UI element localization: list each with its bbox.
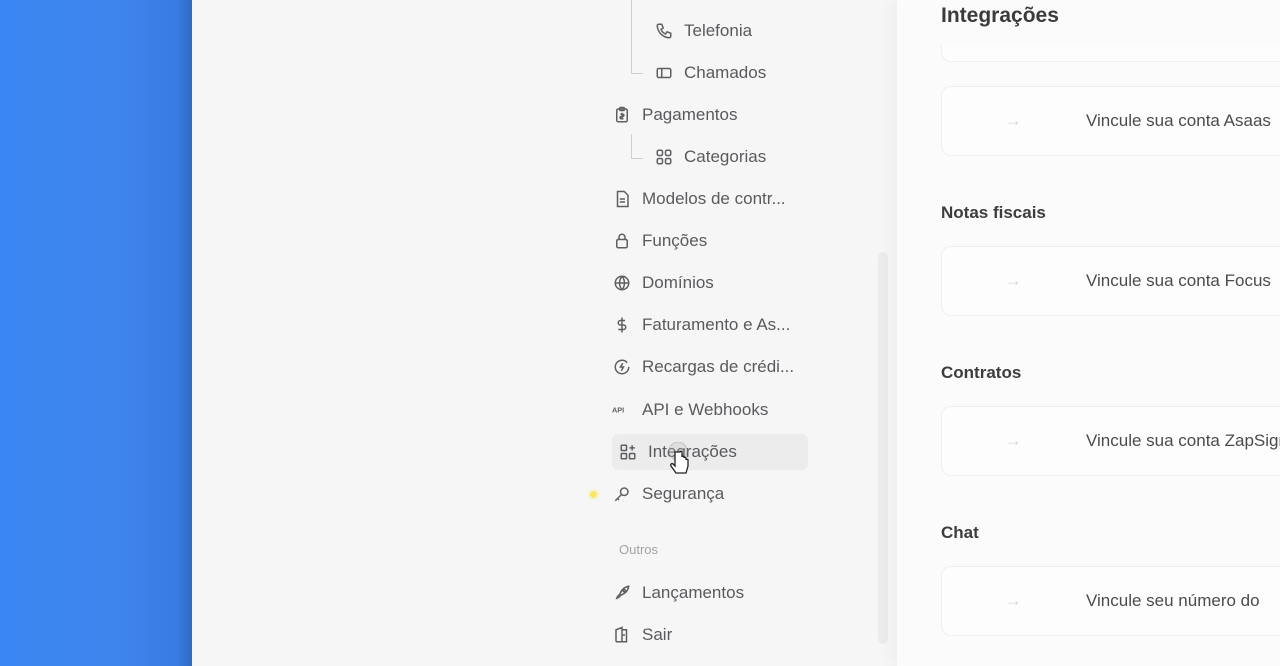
sidebar-item-label: Funções: [642, 231, 708, 250]
sidebar-item-dominios[interactable]: Domínios: [612, 265, 714, 301]
cursor-highlight-dot: [590, 491, 597, 498]
sidebar-item-lancamentos[interactable]: Lançamentos: [612, 575, 744, 611]
sidebar-item-api[interactable]: API API e Webhooks: [612, 392, 768, 428]
sidebar-item-chamados[interactable]: Chamados: [654, 55, 766, 91]
sidebar-item-label: Faturamento e As...: [642, 315, 791, 334]
group-label-chat: Chat: [941, 523, 979, 542]
api-icon: API: [612, 400, 632, 420]
integration-card-zapsign[interactable]: → Vincule sua conta ZapSign: [941, 406, 1280, 476]
phone-icon: [654, 21, 674, 41]
sidebar-item-label: Lançamentos: [642, 583, 745, 602]
arrow-right-icon: →: [1004, 590, 1022, 610]
group-label-notas-fiscais: Notas fiscais: [941, 203, 1046, 222]
key-icon: [612, 484, 632, 504]
sidebar-item-label: Pagamentos: [642, 105, 738, 124]
sidebar-item-telefonia[interactable]: Telefonia: [654, 13, 752, 49]
sidebar-item-label: Segurança: [642, 484, 725, 503]
sidebar-scrollbar[interactable]: [878, 252, 888, 644]
sidebar-item-label: Categorias: [684, 147, 767, 166]
integration-card-asaas[interactable]: → Vincule sua conta Asaas: [941, 86, 1280, 156]
sidebar-item-funcoes[interactable]: Funções: [612, 223, 707, 259]
tree-line: [631, 0, 632, 73]
integration-card-focus[interactable]: → Vincule sua conta Focus: [941, 246, 1280, 316]
card-text: Vincule sua conta Asaas: [1086, 111, 1271, 130]
sidebar-item-categorias[interactable]: Categorias: [654, 139, 766, 175]
sidebar-item-label: Modelos de contr...: [642, 189, 786, 208]
sidebar-item-label: Telefonia: [684, 21, 753, 40]
tree-line: [631, 134, 632, 158]
card-text: Vincule sua conta ZapSign: [1086, 431, 1280, 450]
arrow-right-icon: →: [1004, 110, 1022, 130]
card-text: Vincule sua conta Focus: [1086, 271, 1271, 290]
sidebar-item-integracoes[interactable]: Integrações: [612, 434, 808, 470]
arrow-right-icon: →: [1004, 430, 1022, 450]
logout-icon: [612, 625, 632, 645]
globe-icon: [612, 273, 632, 293]
sidebar-item-faturamento[interactable]: Faturamento e As...: [612, 307, 790, 343]
sidebar-item-recargas[interactable]: Recargas de crédi...: [612, 349, 794, 385]
grid-icon: [654, 147, 674, 167]
sidebar-item-label: API e Webhooks: [642, 400, 769, 419]
card-text: Vincule seu número do: [1086, 591, 1260, 610]
integration-card-chat[interactable]: → Vincule seu número do: [941, 566, 1280, 636]
ticket-icon: [654, 63, 674, 83]
sidebar-item-label: Domínios: [642, 273, 714, 292]
page-title: Integrações: [941, 4, 1059, 27]
sidebar-item-modelos[interactable]: Modelos de contr...: [612, 181, 786, 217]
desktop-background: [0, 0, 192, 666]
sidebar-item-label: Chamados: [684, 63, 767, 82]
arrow-right-icon: →: [1004, 270, 1022, 290]
tree-elbow: [631, 158, 643, 159]
sidebar-item-sair[interactable]: Sair: [612, 617, 672, 653]
mouse-pointer-icon: [666, 441, 698, 482]
recharge-icon: [612, 357, 632, 377]
clipboard-dollar-icon: [612, 105, 632, 125]
section-label-outros: Outros: [619, 542, 659, 557]
lock-icon: [612, 231, 632, 251]
dollar-icon: [612, 315, 632, 335]
group-label-contratos: Contratos: [941, 363, 1022, 382]
sidebar-item-label: Recargas de crédi...: [642, 357, 795, 376]
document-icon: [612, 189, 632, 209]
sidebar-item-label: Sair: [642, 625, 673, 644]
svg-text:API: API: [612, 406, 624, 415]
tree-elbow: [631, 73, 643, 74]
integrations-icon: [618, 442, 638, 462]
card-partial: [941, 44, 1280, 62]
sidebar-item-pagamentos[interactable]: Pagamentos: [612, 97, 737, 133]
rocket-icon: [612, 583, 632, 603]
